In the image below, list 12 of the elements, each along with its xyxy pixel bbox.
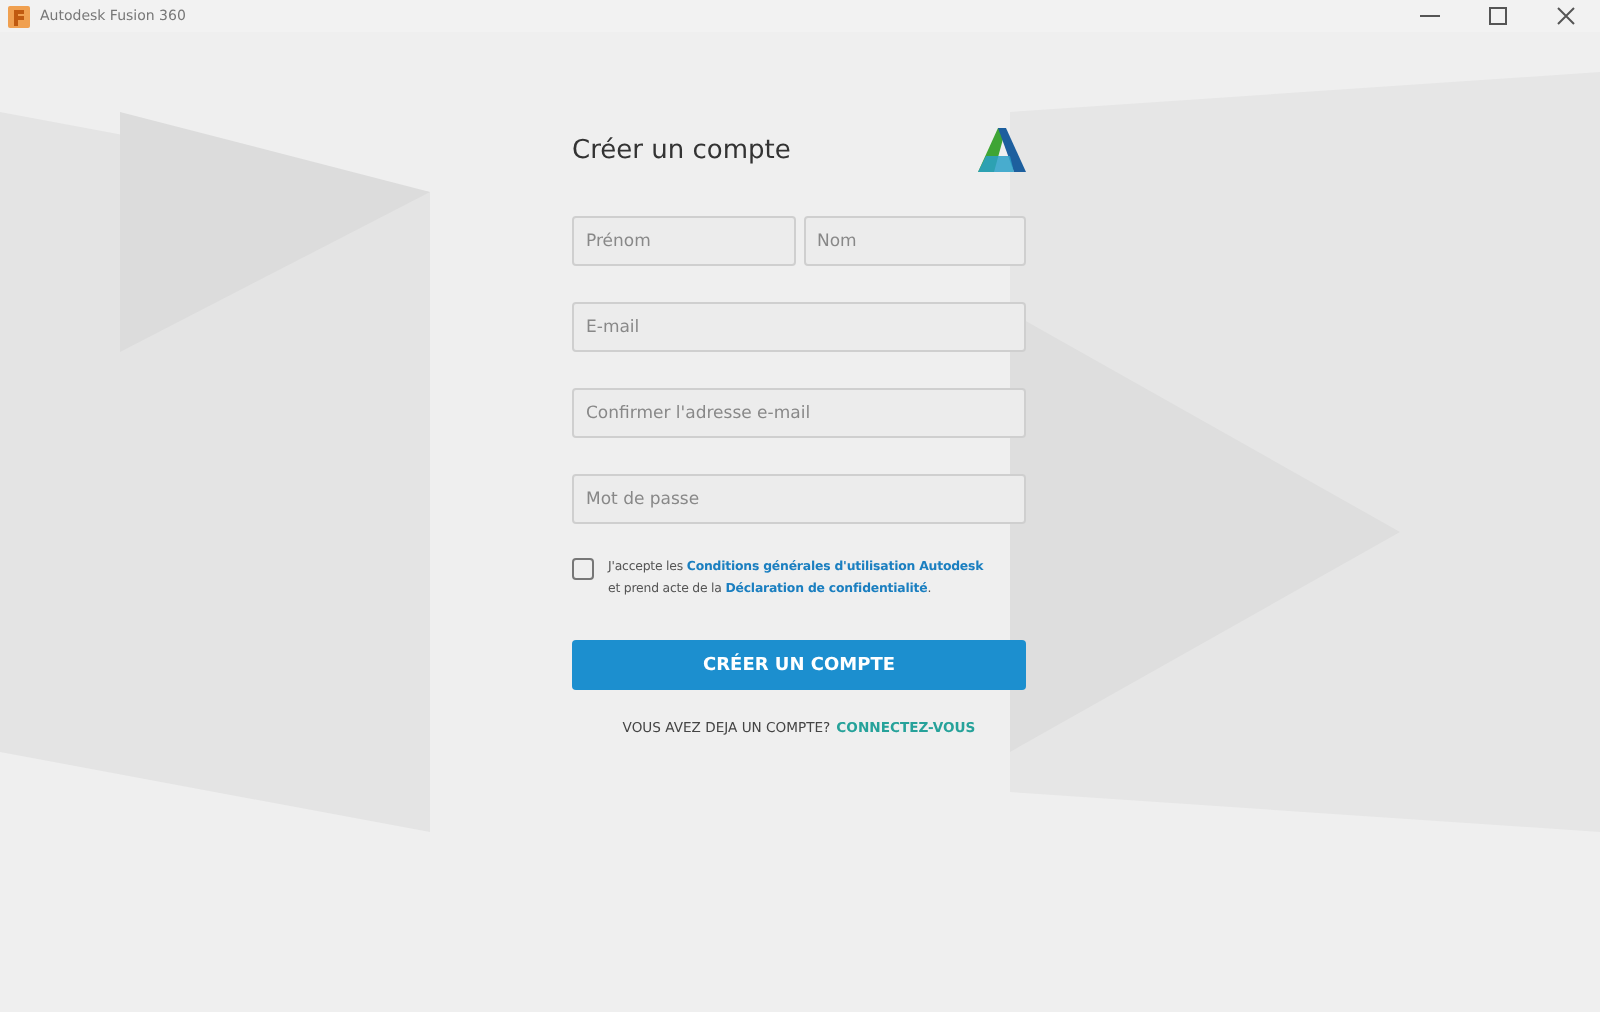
maximize-icon [1488, 6, 1508, 26]
input-field[interactable]: Mot de passe [572, 474, 1026, 524]
input-field[interactable]: E-mail [572, 302, 1026, 352]
create-account-button[interactable]: CRÉER UN COMPTE [572, 640, 1026, 690]
checkbox[interactable] [572, 558, 594, 580]
input-field[interactable]: Nom [803, 216, 1026, 266]
input-field[interactable]: Confirmer l'adresse e-mail [572, 388, 1026, 438]
app-icon [8, 5, 30, 27]
logo-icon [978, 128, 1026, 172]
input-field[interactable]: Prénom [572, 216, 795, 266]
form-title: Créer un compte [572, 135, 791, 165]
close-icon [1556, 6, 1576, 26]
